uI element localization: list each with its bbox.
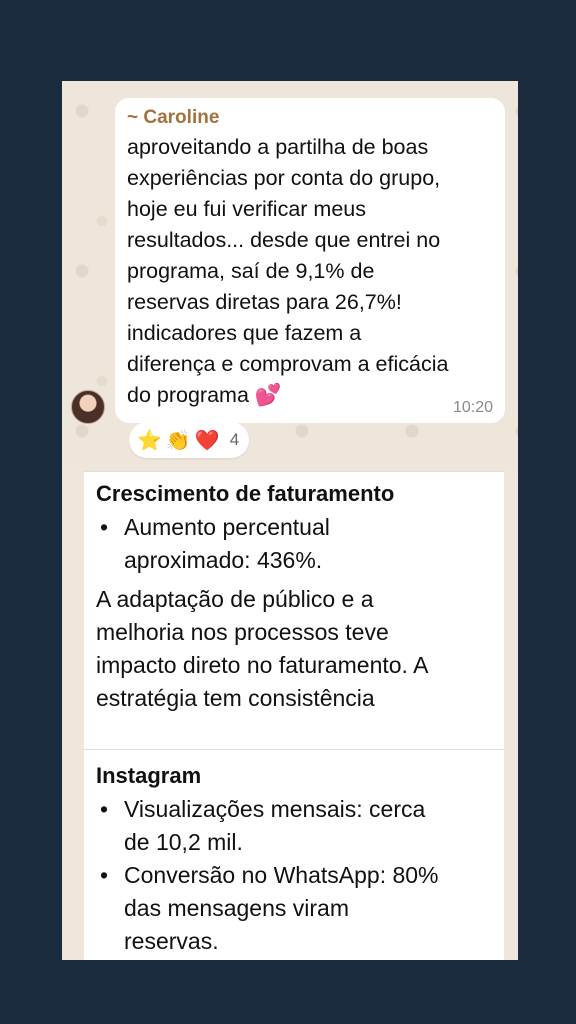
section-revenue-growth: Crescimento de faturamento Aumento perce… (84, 481, 516, 715)
bullet-list: Visualizações mensais: cerca de 10,2 mil… (96, 793, 516, 958)
section-paragraph: A adaptação de público e a melhoria nos … (96, 586, 429, 711)
message-timestamp: 10:20 (452, 399, 493, 416)
sender-name[interactable]: ~ Caroline (127, 106, 491, 130)
section-title: Crescimento de faturamento (96, 481, 395, 506)
clap-reaction-icon: 👏 (165, 429, 191, 452)
bullet-list: Aumento percentual aproximado: 436%. (96, 511, 516, 577)
document-panel: Crescimento de faturamento Aumento perce… (84, 471, 504, 960)
list-item: Aumento percentual aproximado: 436%. (100, 511, 516, 577)
message-bubble[interactable]: ~ Caroline aproveitando a partilha de bo… (115, 98, 505, 423)
divider (84, 749, 504, 750)
section-instagram: Instagram Visualizações mensais: cerca d… (84, 763, 516, 958)
heart-reaction-icon: ❤️ (194, 429, 220, 452)
section-title: Instagram (96, 763, 202, 788)
chat-area: ~ Caroline aproveitando a partilha de bo… (62, 81, 518, 471)
screenshot-frame: ~ Caroline aproveitando a partilha de bo… (62, 81, 518, 960)
reaction-count: 4 (229, 430, 240, 449)
list-item: Conversão no WhatsApp: 80% das mensagens… (100, 859, 516, 958)
reactions-bar[interactable]: ⭐ 👏 ❤️ 4 (129, 422, 250, 458)
list-item: Visualizações mensais: cerca de 10,2 mil… (100, 793, 516, 859)
star-reaction-icon: ⭐ (137, 429, 162, 452)
divider (84, 471, 504, 472)
message-text: aproveitando a partilha de boas experiên… (127, 135, 449, 407)
sender-avatar[interactable] (71, 390, 105, 424)
